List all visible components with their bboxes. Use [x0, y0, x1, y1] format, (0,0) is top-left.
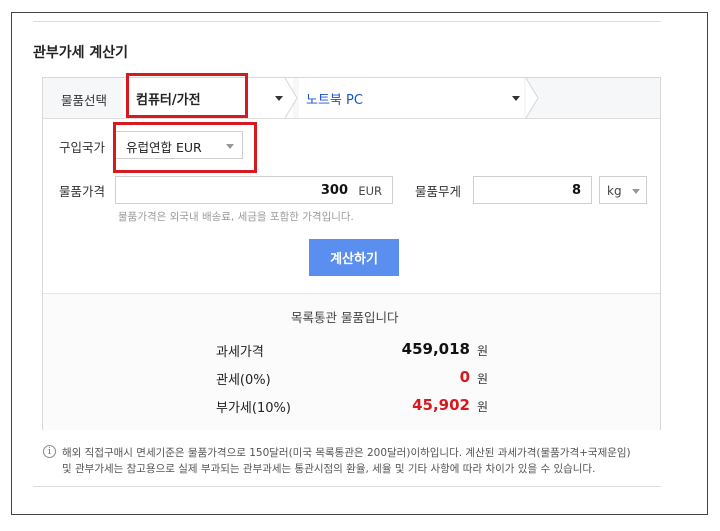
results-panel: 목록통관 물품입니다 과세가격 459,018 원 관세(0%) 0 원 부가세… [43, 293, 660, 430]
price-value: 300 [320, 183, 348, 198]
chevron-down-icon [275, 96, 283, 101]
category-label: 물품선택 [61, 93, 108, 108]
weight-unit-select[interactable]: kg [599, 176, 647, 204]
result-message: 목록통관 물품입니다 [291, 310, 399, 325]
taxable-price-value: 459,018 [401, 340, 470, 358]
vat-label: 부가세(10%) [216, 401, 291, 416]
highlight-box-country [113, 122, 257, 173]
chevron-down-icon [512, 96, 520, 101]
price-unit: EUR [358, 184, 382, 198]
weight-value: 8 [571, 183, 581, 198]
category-sub-value: 노트북 PC [306, 93, 363, 108]
price-input[interactable]: 300 EUR [115, 176, 393, 204]
taxable-price-label: 과세가격 [216, 345, 264, 360]
notice-line-2: 및 관부가세는 참고용으로 실제 부과되는 관부과세는 통관시점의 환율, 세율… [62, 463, 596, 475]
taxable-price-unit: 원 [477, 344, 489, 358]
vat-value: 45,902 [412, 396, 470, 414]
bottom-divider [33, 486, 661, 487]
calculator-panel: 물품선택 컴퓨터/가전 노트북 PC 구입국가 유럽연합 EUR 물품가격 30… [42, 73, 661, 430]
customs-duty-label: 관세(0%) [216, 373, 271, 388]
country-label: 구입국가 [59, 140, 106, 155]
notice-line-1: 해외 직접구매시 면세기준은 물품가격으로 150달러(미국 목록통관은 200… [62, 447, 631, 459]
customs-duty-unit: 원 [477, 372, 489, 386]
calculate-button[interactable]: 계산하기 [309, 239, 399, 276]
price-label: 물품가격 [59, 184, 106, 199]
price-hint: 물품가격은 외국내 배송료, 세금을 포함한 가격입니다. [118, 211, 354, 223]
chevron-down-icon [632, 189, 640, 194]
breadcrumb-separator-icon [284, 78, 298, 118]
top-divider [33, 21, 661, 22]
customs-duty-value: 0 [459, 368, 470, 386]
weight-label: 물품무게 [415, 184, 462, 199]
weight-unit-value: kg [607, 184, 622, 198]
info-icon: i [43, 445, 56, 458]
weight-input[interactable]: 8 [473, 176, 592, 204]
vat-unit: 원 [477, 400, 489, 414]
highlight-box-category [126, 73, 248, 118]
category-sub-select[interactable]: 노트북 PC [299, 78, 524, 118]
breadcrumb-separator-icon [525, 78, 539, 118]
page-title: 관부가세 계산기 [33, 45, 129, 61]
